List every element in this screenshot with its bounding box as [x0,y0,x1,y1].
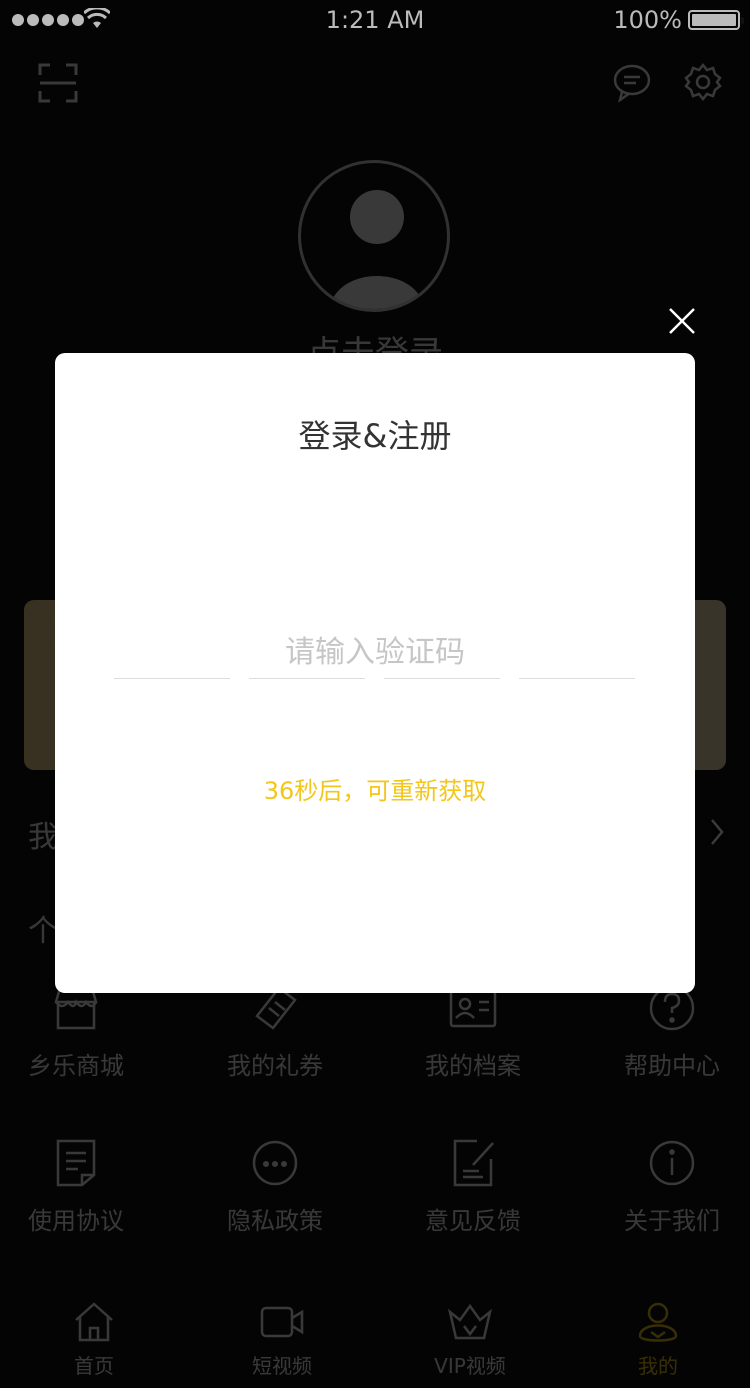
code-input-1[interactable] [114,623,230,679]
status-bar-overlay: 1:21 AM 100% [0,0,750,40]
login-register-modal: 登录&注册 请输入验证码 36秒后，可重新获取 [55,353,695,993]
app-root: 1:21 AM 100% 点击登录 我 个 乡乐商城 我的 [0,0,750,1388]
code-input-2[interactable] [249,623,365,679]
close-icon[interactable] [666,305,698,337]
resend-countdown[interactable]: 36秒后，可重新获取 [55,771,695,806]
code-input-4[interactable] [519,623,635,679]
code-input-3[interactable] [384,623,500,679]
battery-icon [688,10,744,30]
battery-percent: 100% [613,6,682,34]
modal-title: 登录&注册 [298,417,452,455]
